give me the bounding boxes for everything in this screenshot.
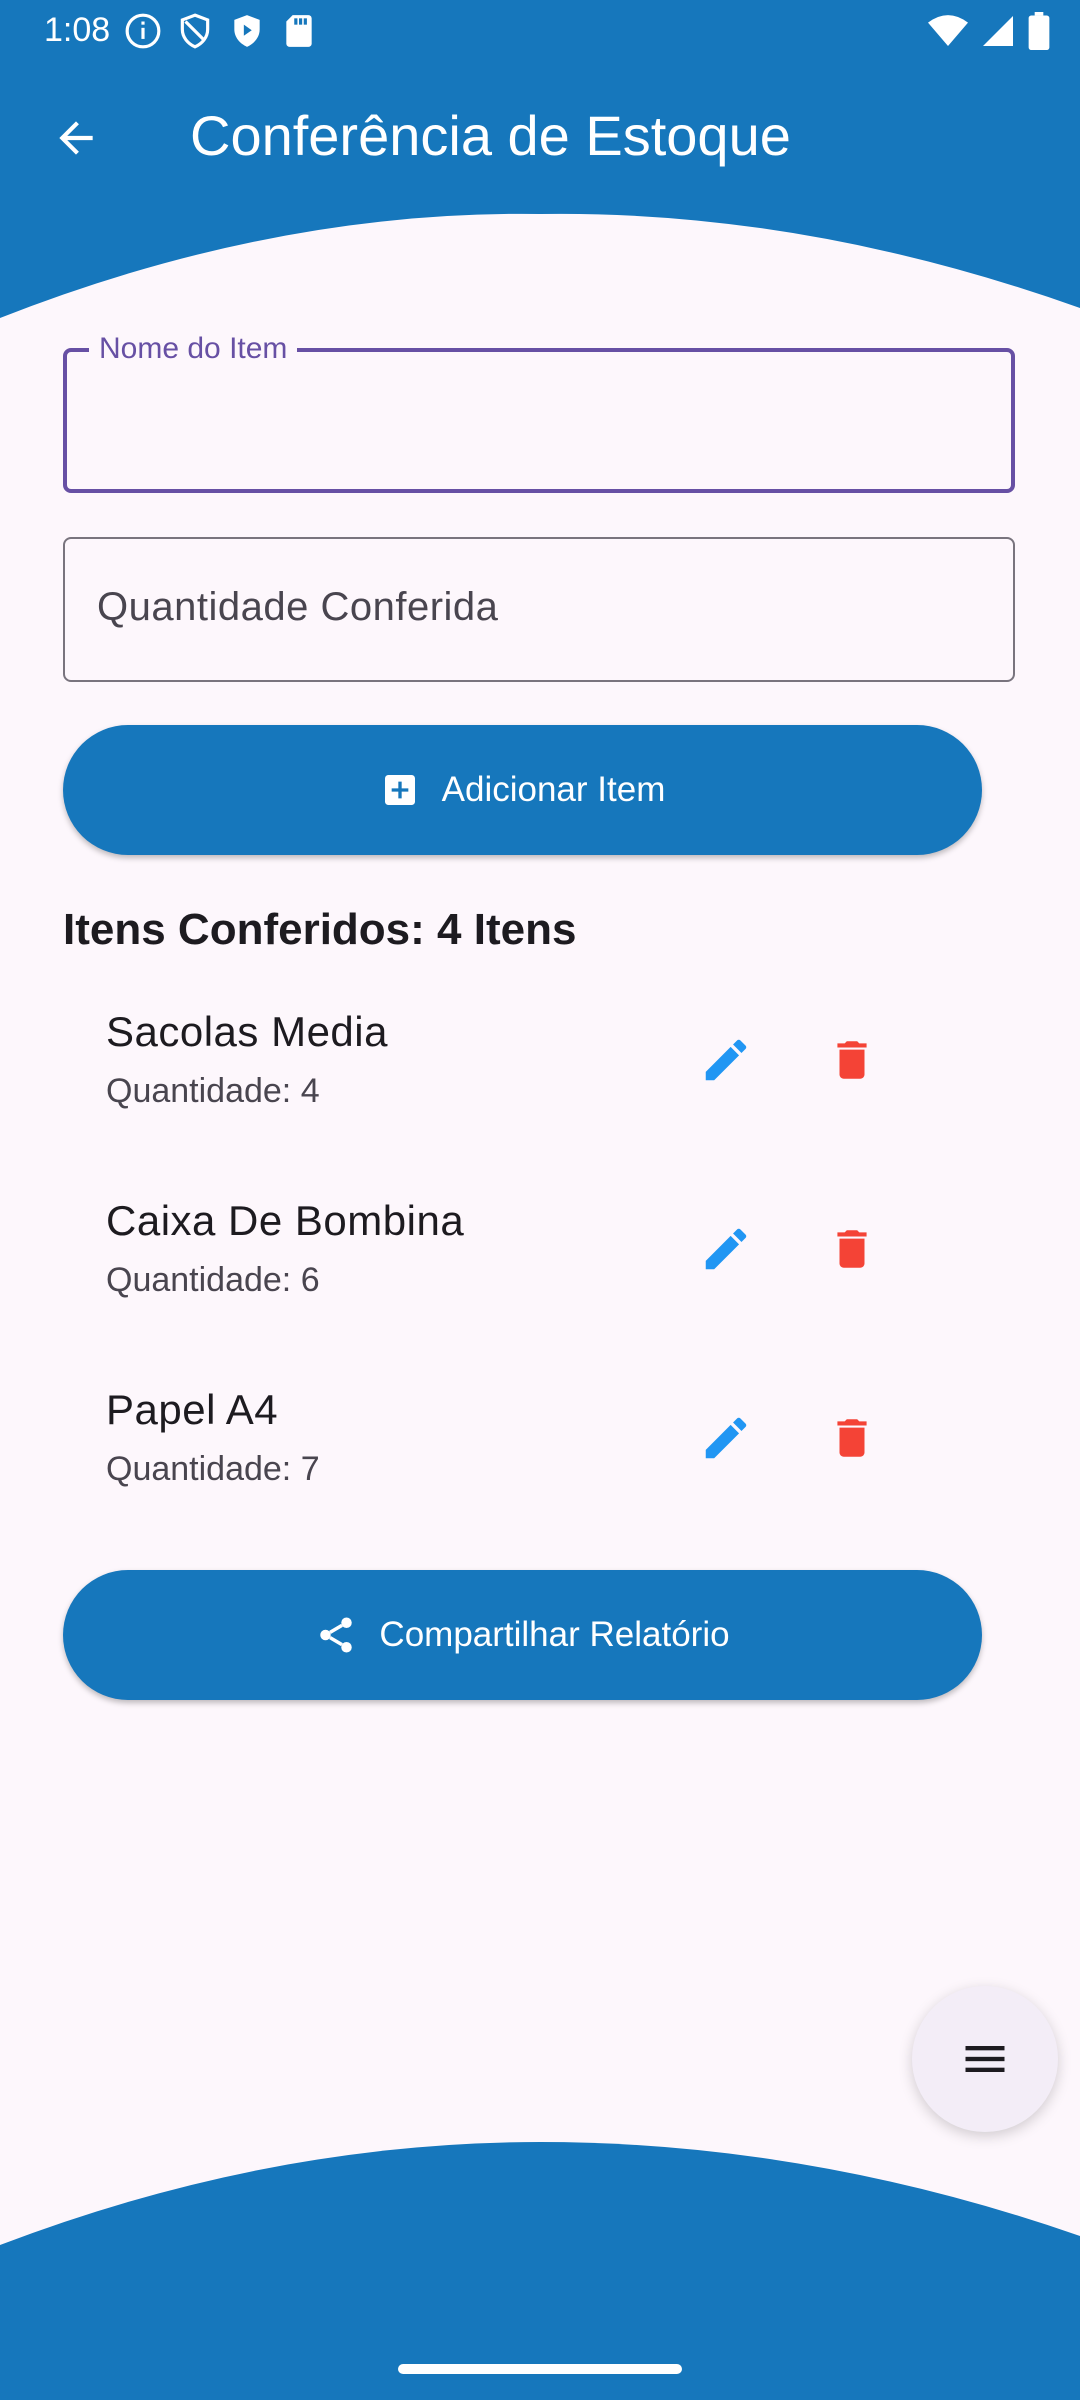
item-name: Papel A4 <box>106 1386 279 1433</box>
trash-icon <box>837 1419 867 1457</box>
quantity-placeholder: Quantidade Conferida <box>97 585 499 629</box>
info-icon <box>125 13 161 49</box>
add-box-icon <box>384 775 415 805</box>
item-quantity: Quantidade: 4 <box>106 1072 320 1110</box>
share-report-button[interactable]: Compartilhar Relatório <box>63 1570 982 1700</box>
edit-icon <box>705 1039 747 1081</box>
item-name: Sacolas Media <box>106 1008 388 1055</box>
delete-button[interactable] <box>816 1213 888 1285</box>
page-title: Conferência de Estoque <box>190 104 791 167</box>
edit-icon <box>705 1228 747 1270</box>
shield-icon <box>180 13 210 49</box>
battery-icon <box>1028 12 1050 50</box>
signal-icon <box>983 16 1013 46</box>
status-left-icons <box>124 12 318 50</box>
item-name-field[interactable]: Nome do Item <box>63 332 1015 493</box>
delete-button[interactable] <box>816 1402 888 1474</box>
sd-card-icon <box>286 15 312 47</box>
edit-button[interactable] <box>690 1402 762 1474</box>
play-shield-icon <box>234 15 260 47</box>
list-item: Caixa De Bombina Quantidade: 6 <box>106 1191 976 1311</box>
add-item-label: Adicionar Item <box>441 770 666 809</box>
item-name: Caixa De Bombina <box>106 1197 465 1244</box>
list-item: Papel A4 Quantidade: 7 <box>106 1380 976 1500</box>
edit-icon <box>705 1417 747 1459</box>
status-right-icons <box>928 12 1050 50</box>
quantity-field[interactable]: Quantidade Conferida <box>63 537 1015 682</box>
home-indicator[interactable] <box>398 2364 682 2374</box>
item-name-label: Nome do Item <box>89 332 298 366</box>
trash-icon <box>837 1230 867 1268</box>
wifi-icon <box>928 15 968 46</box>
item-quantity: Quantidade: 6 <box>106 1261 320 1299</box>
item-quantity: Quantidade: 7 <box>106 1450 320 1488</box>
list-item: Sacolas Media Quantidade: 4 <box>106 1002 976 1122</box>
trash-icon <box>837 1041 867 1079</box>
checked-items-title: Itens Conferidos: 4 Itens <box>63 905 577 954</box>
edit-button[interactable] <box>690 1213 762 1285</box>
share-icon <box>320 1617 353 1653</box>
status-time: 1:08 <box>44 11 111 49</box>
edit-button[interactable] <box>690 1024 762 1096</box>
menu-fab[interactable] <box>912 1986 1058 2132</box>
footer-background <box>0 2142 1080 2400</box>
add-item-button[interactable]: Adicionar Item <box>63 725 982 855</box>
back-button[interactable] <box>40 102 112 174</box>
share-report-label: Compartilhar Relatório <box>379 1615 730 1654</box>
delete-button[interactable] <box>816 1024 888 1096</box>
arrow-left-icon <box>59 121 93 155</box>
menu-icon <box>965 2046 1005 2072</box>
